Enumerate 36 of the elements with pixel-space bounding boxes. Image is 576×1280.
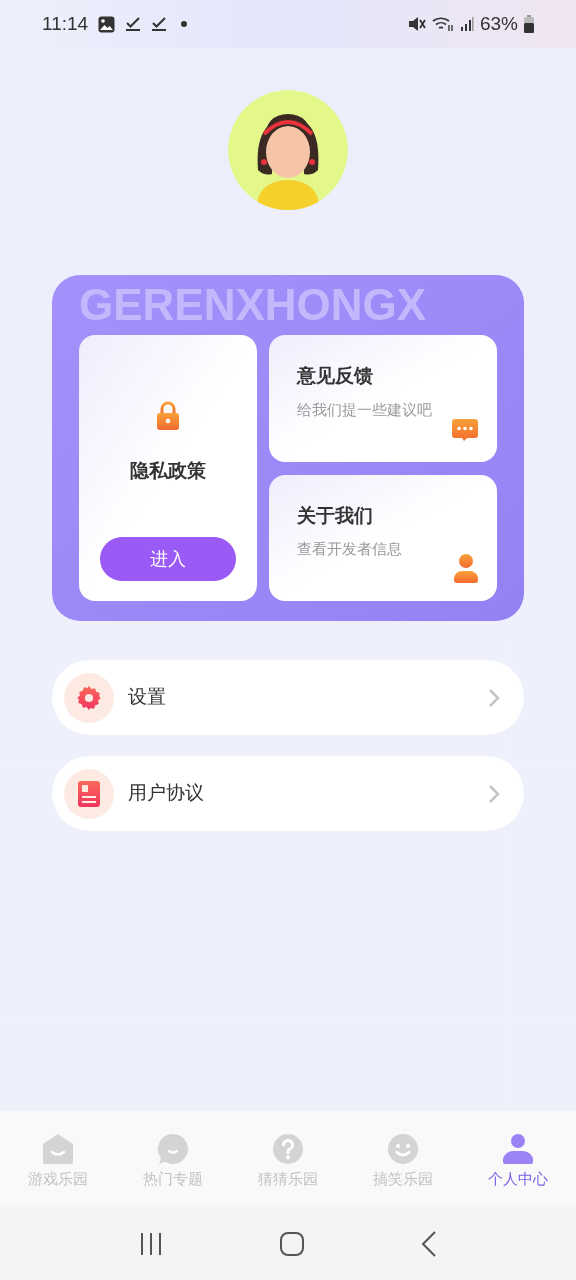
clock: 11:14: [42, 11, 89, 36]
menu-row[interactable]: 设置: [52, 660, 524, 735]
battery-icon: [524, 15, 534, 33]
feature-card[interactable]: 关于我们 查看开发者信息: [269, 474, 497, 601]
person-icon: [501, 1131, 536, 1166]
house-icon: [40, 1131, 75, 1166]
menu-label: 用户协议: [128, 781, 205, 806]
smiley-icon: [386, 1131, 421, 1166]
person-icon: [453, 553, 479, 583]
speech-bubble-icon: [155, 1131, 190, 1166]
question-icon: [271, 1131, 305, 1166]
card-title: 意见反馈: [297, 364, 373, 388]
wifi-icon: [431, 16, 454, 32]
card-subtitle: 查看开发者信息: [297, 539, 402, 559]
check-icon: [151, 16, 168, 32]
recent-apps-icon[interactable]: [138, 1231, 163, 1256]
enter-button[interactable]: 进入: [100, 537, 236, 581]
mute-icon: [407, 16, 426, 32]
image-icon: [98, 15, 116, 33]
menu-label: 设置: [128, 685, 167, 710]
battery-percent: 63%: [479, 11, 518, 36]
card-title: 隐私政策: [130, 459, 206, 483]
signal-icon: [459, 16, 474, 32]
document-icon: [77, 779, 101, 808]
home-icon[interactable]: [280, 1231, 304, 1256]
card-subtitle: 给我们提一些建议吧: [297, 399, 432, 420]
tab[interactable]: 个人中心: [460, 1127, 576, 1191]
chevron-right-icon: [488, 687, 500, 708]
feature-card[interactable]: 意见反馈 给我们提一些建议吧: [269, 335, 497, 462]
menu-row[interactable]: 用户协议: [52, 756, 524, 831]
gear-icon: [76, 684, 102, 711]
chevron-right-icon: [488, 783, 500, 804]
back-icon[interactable]: [421, 1230, 438, 1257]
card-title: 关于我们: [297, 503, 373, 528]
lock-icon: [156, 401, 180, 431]
check-icon: [125, 16, 142, 32]
